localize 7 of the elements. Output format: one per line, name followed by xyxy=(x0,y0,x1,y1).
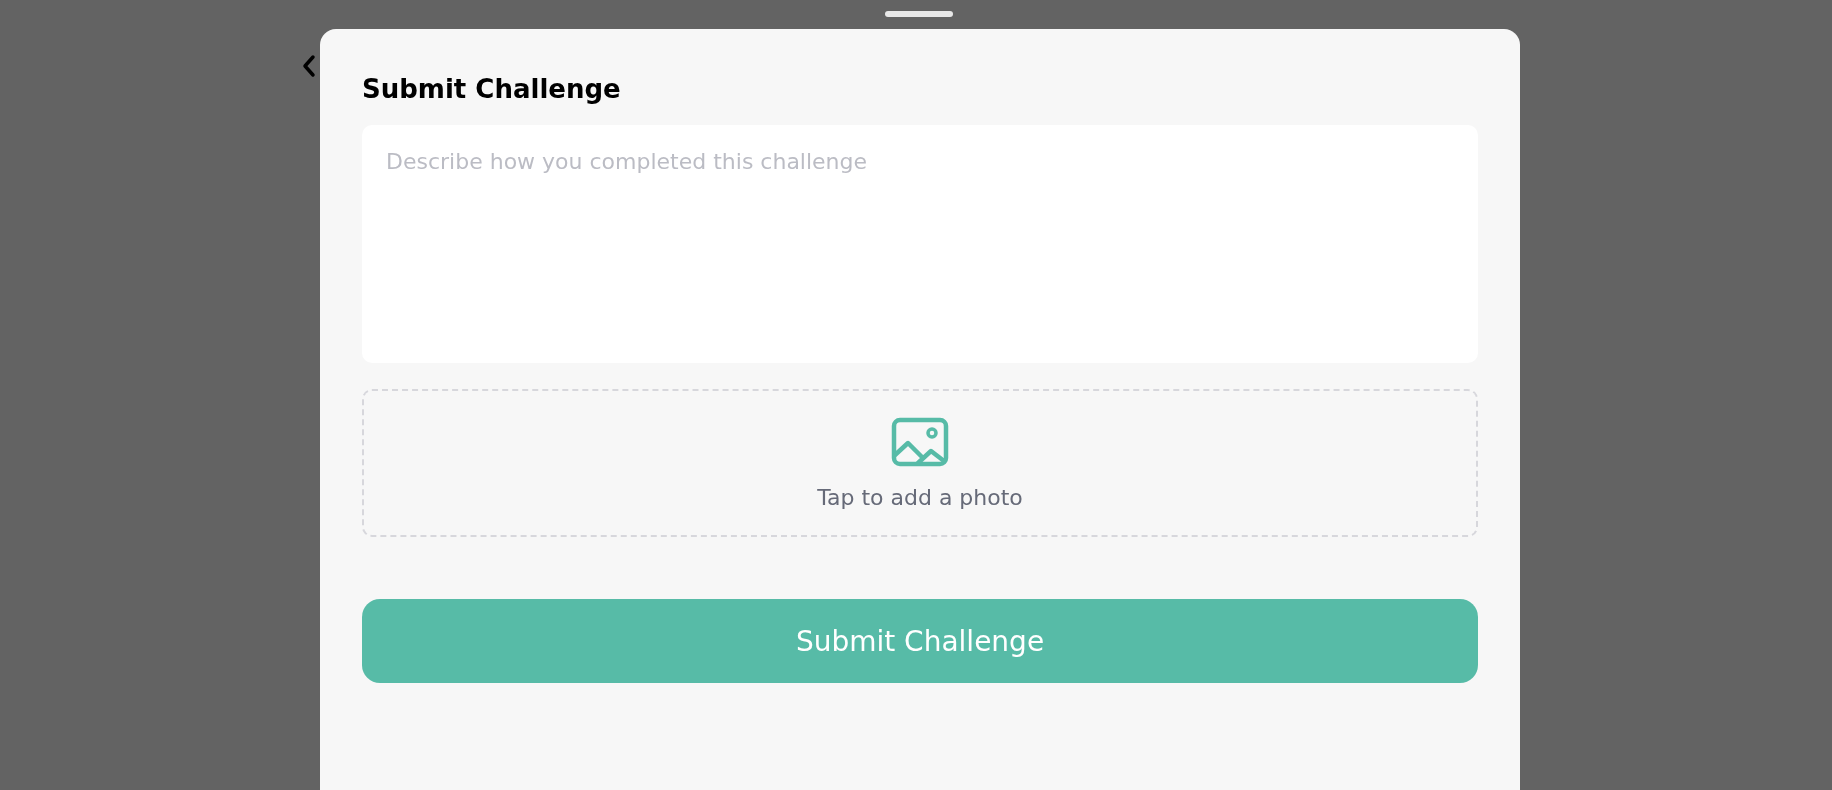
sheet-title: Submit Challenge xyxy=(362,73,622,106)
photo-upload-area[interactable]: Tap to add a photo xyxy=(362,389,1478,537)
description-field[interactable]: Describe how you completed this challenge xyxy=(362,125,1478,363)
upload-label: Tap to add a photo xyxy=(817,484,1023,510)
back-icon[interactable] xyxy=(302,54,316,78)
drag-handle[interactable] xyxy=(885,11,953,17)
image-icon xyxy=(891,416,949,467)
